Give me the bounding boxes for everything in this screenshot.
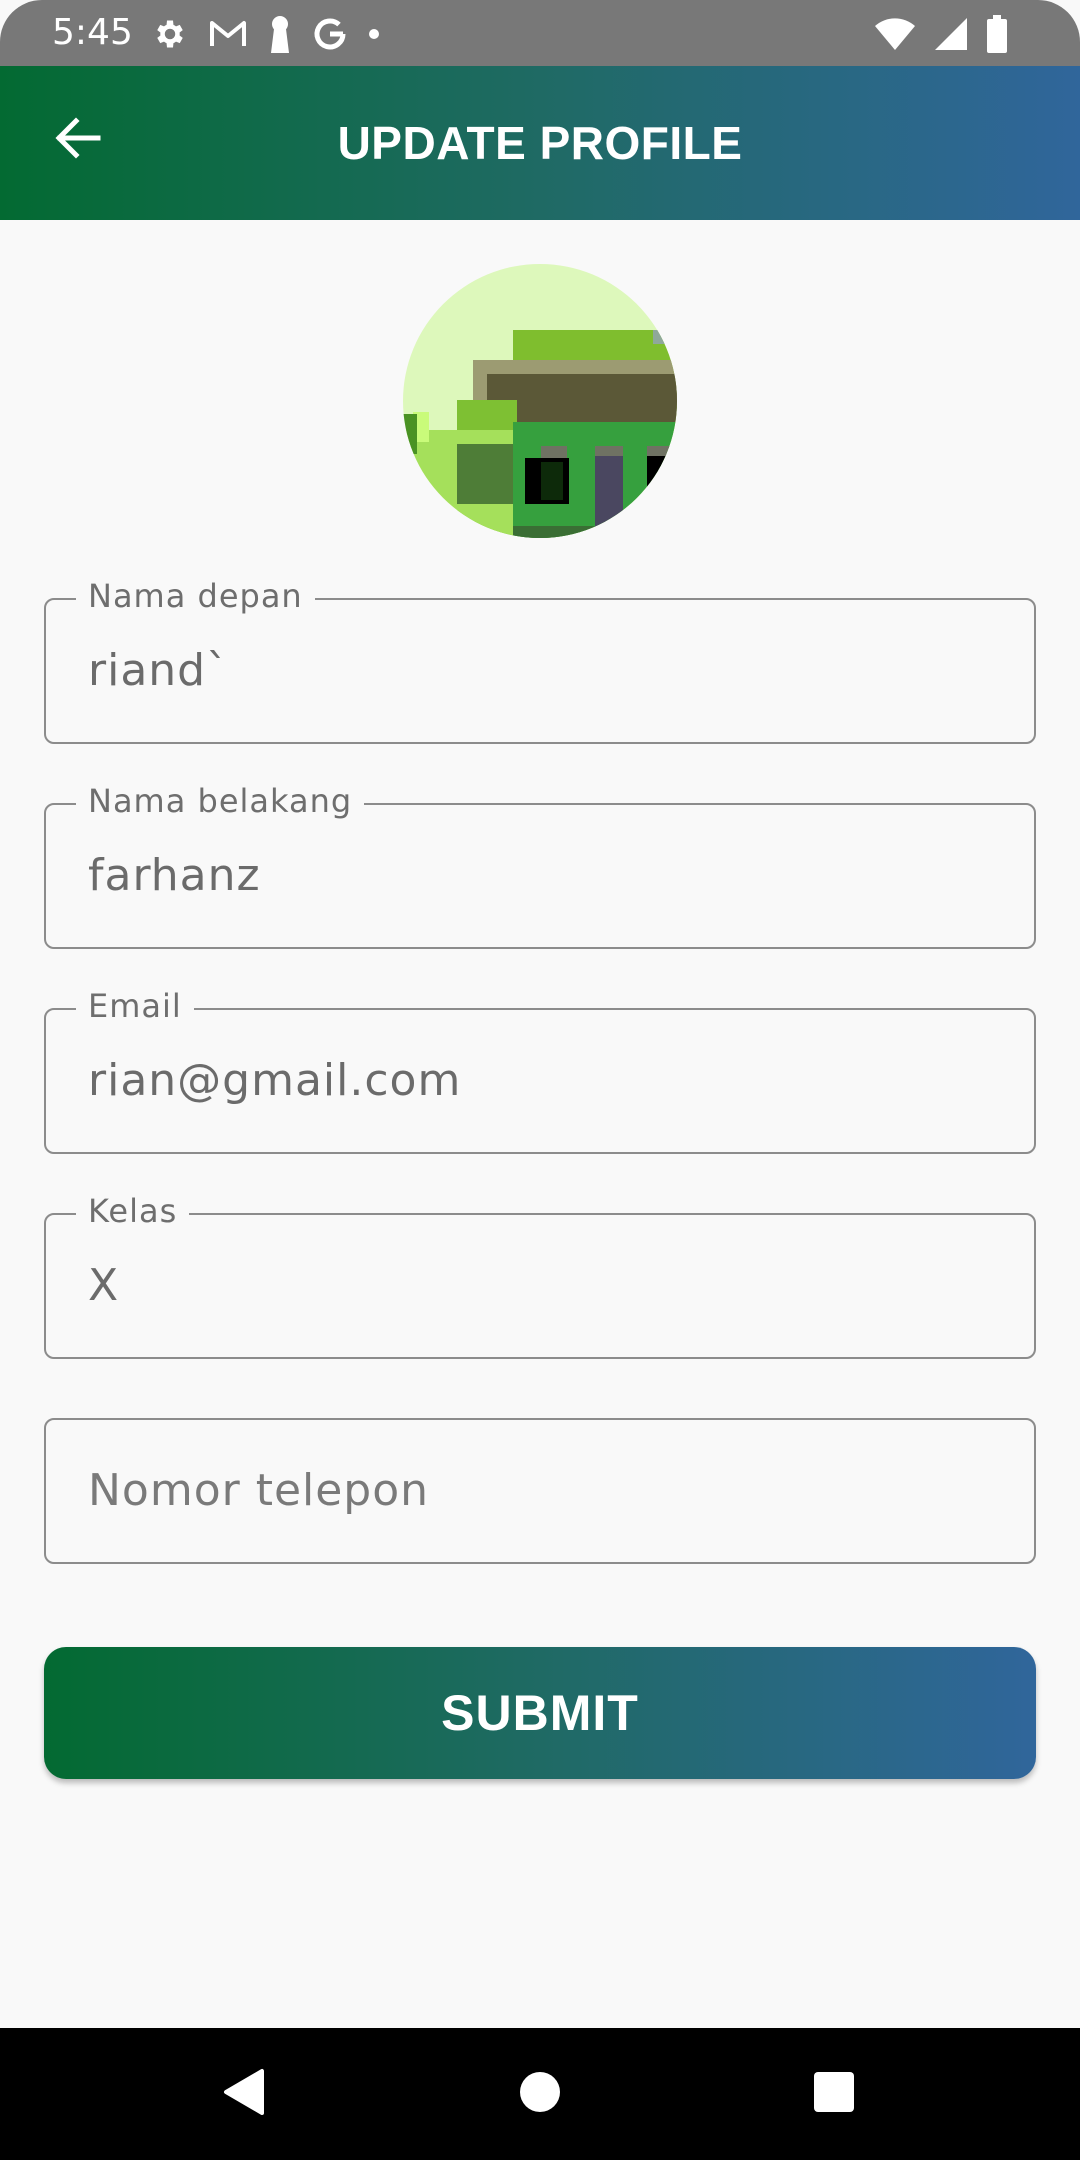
profile-photo [403, 264, 677, 538]
status-bar: 5:45 [0, 0, 1080, 66]
status-icons-right [874, 12, 1008, 56]
nav-back-button[interactable] [202, 2052, 286, 2136]
email-label: Email [76, 984, 194, 1028]
status-time: 5:45 [52, 12, 133, 53]
settings-icon [152, 16, 188, 52]
recents-square-icon [813, 2071, 855, 2117]
first-name-field[interactable]: Nama depan riand` [44, 574, 1036, 744]
first-name-label: Nama depan [76, 574, 315, 618]
last-name-label: Nama belakang [76, 779, 365, 823]
last-name-field[interactable]: Nama belakang farhanz [44, 779, 1036, 949]
page-title: UPDATE PROFILE [337, 117, 743, 169]
avatar[interactable] [403, 264, 677, 538]
class-field-box [44, 1213, 1036, 1359]
navigation-bar [0, 2028, 1080, 2160]
arrow-back-icon [52, 113, 102, 167]
update-profile-screen: 5:45 UPDATE PROFILE Nama depan riand` Na… [0, 0, 1080, 2160]
gmail-icon [208, 18, 248, 50]
class-label: Kelas [76, 1189, 190, 1233]
keyhole-icon [268, 15, 292, 53]
email-input[interactable]: rian@gmail.com [88, 1054, 461, 1108]
wifi-icon [874, 17, 916, 51]
phone-input-placeholder[interactable]: Nomor telepon [88, 1464, 429, 1518]
status-icons-left [152, 12, 380, 56]
home-circle-icon [518, 2070, 562, 2118]
nav-recents-button[interactable] [792, 2052, 876, 2136]
phone-field[interactable]: Nomor telepon [44, 1418, 1036, 1564]
email-field[interactable]: Email rian@gmail.com [44, 984, 1036, 1154]
google-icon [312, 16, 348, 52]
nav-home-button[interactable] [498, 2052, 582, 2136]
back-triangle-icon [222, 2068, 266, 2120]
signal-icon [934, 17, 968, 51]
battery-icon [986, 15, 1008, 53]
last-name-input[interactable]: farhanz [88, 849, 261, 903]
submit-button[interactable]: SUBMIT [44, 1647, 1036, 1779]
first-name-input[interactable]: riand` [88, 644, 229, 698]
class-input[interactable]: X [88, 1259, 119, 1313]
back-button[interactable] [44, 107, 110, 173]
class-field[interactable]: Kelas X [44, 1189, 1036, 1359]
dot-icon [368, 28, 380, 40]
